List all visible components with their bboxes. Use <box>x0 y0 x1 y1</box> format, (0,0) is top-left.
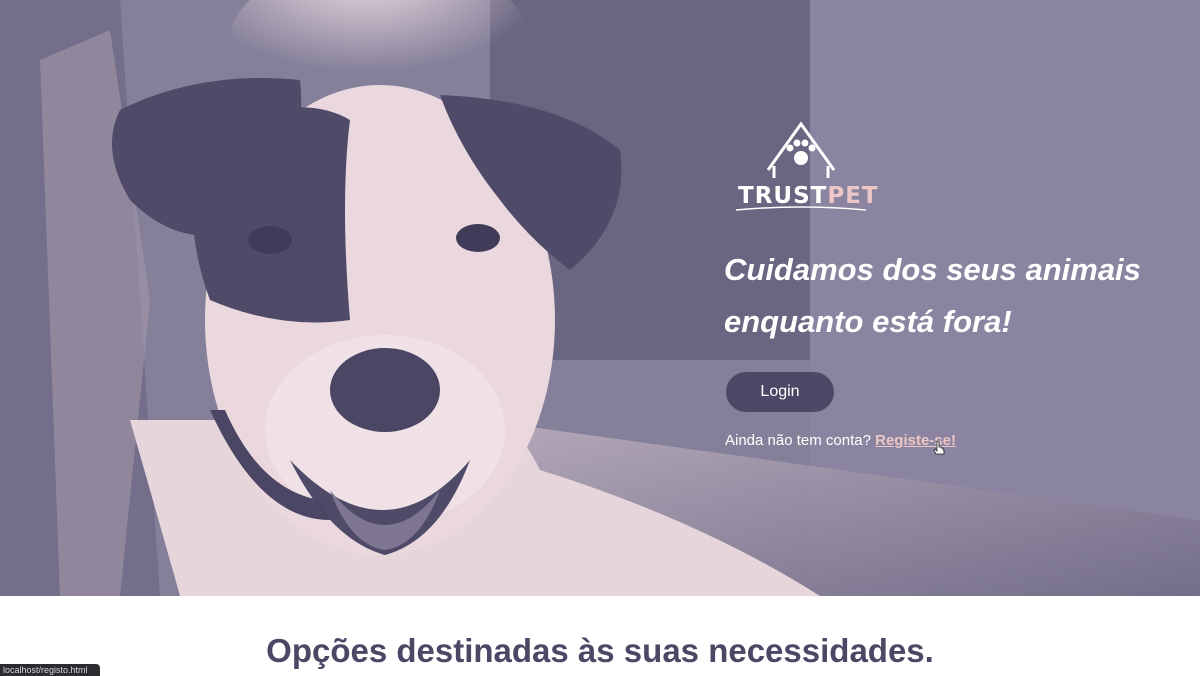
logo-word-pet: PET <box>827 183 879 209</box>
signup-prompt-text: Ainda não tem conta? <box>725 432 871 449</box>
hand-cursor-icon <box>933 440 945 455</box>
login-button[interactable]: Login <box>726 372 834 412</box>
signup-prompt-line: Ainda não tem conta? Registe-se! <box>725 432 956 449</box>
hero-section: TRUSTPET Cuidamos dos seus animais enqua… <box>0 0 1200 596</box>
hero-headline: Cuidamos dos seus animais enquanto está … <box>724 252 1141 339</box>
logo-word-trust: TRUST <box>738 183 828 209</box>
options-section-title: Opções destinadas às suas necessidades. <box>266 632 934 669</box>
browser-status-bar-url: localhost/registo.html <box>0 664 100 676</box>
brand-logo-text: TRUSTPET <box>738 183 878 209</box>
